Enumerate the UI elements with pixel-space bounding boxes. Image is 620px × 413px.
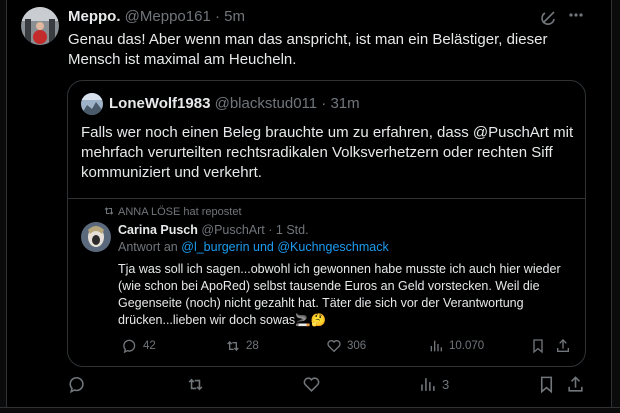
tweet-text: Genau das! Aber wenn man das anspricht, … (68, 31, 548, 68)
scrollbar-track[interactable] (611, 0, 620, 413)
divider (68, 198, 585, 199)
share-icon (568, 376, 583, 392)
avatar[interactable] (21, 7, 59, 45)
reply-button[interactable] (68, 375, 87, 394)
reply-user-link[interactable]: @l_burgerin (181, 240, 249, 254)
repost-count: 28 (246, 340, 259, 352)
quoted-header: LoneWolf1983 @blackstud011 · 31m (109, 95, 360, 112)
inner-display-name[interactable]: Carina Pusch (118, 223, 198, 237)
views-icon (430, 340, 442, 352)
repost-button[interactable] (186, 375, 205, 394)
views-button[interactable]: 3 (418, 375, 449, 394)
reply-prefix: Antwort an (118, 240, 178, 254)
like-button[interactable]: 306 (326, 338, 366, 354)
like-icon (327, 340, 341, 353)
bookmark-button[interactable] (530, 338, 546, 354)
view-count: 3 (442, 377, 450, 392)
repost-indicator: ANNA LÖSE hat repostet (103, 205, 242, 218)
separator: · (214, 8, 220, 25)
view-count: 10.070 (449, 340, 485, 352)
window-frame-left (0, 0, 7, 413)
repost-button[interactable]: 28 (225, 338, 259, 354)
quoted-text: Falls wer noch einen Beleg brauchte um z… (81, 124, 574, 181)
quoted-avatar[interactable] (81, 93, 103, 115)
repost-label[interactable]: ANNA LÖSE hat repostet (118, 206, 242, 218)
timestamp[interactable]: 5m (224, 8, 245, 25)
separator: · (268, 223, 273, 237)
quoted-handle[interactable]: @blackstud011 (215, 95, 318, 112)
more-icon[interactable] (565, 6, 587, 28)
bookmark-icon (540, 376, 553, 394)
like-count: 306 (347, 340, 367, 352)
bookmark-button[interactable] (537, 375, 556, 394)
tweet-action-bar: 3 (0, 375, 620, 397)
inner-avatar[interactable] (81, 222, 111, 252)
grok-icon[interactable] (539, 8, 559, 28)
tweet-header: Meppo. @Meppo161 · 5m (68, 8, 245, 25)
inner-handle[interactable]: @PuschArt (201, 223, 264, 237)
quoted-timestamp[interactable]: 31m (330, 95, 359, 112)
display-name[interactable]: Meppo. (68, 8, 121, 25)
like-button[interactable] (302, 375, 321, 394)
inner-header: Carina Pusch @PuschArt · 1 Std. (118, 223, 309, 237)
reply-button[interactable]: 42 (122, 338, 156, 354)
share-button[interactable] (566, 375, 585, 394)
views-icon (421, 378, 435, 391)
quoted-display-name[interactable]: LoneWolf1983 (109, 95, 210, 112)
separator: · (321, 95, 327, 112)
handle[interactable]: @Meppo161 (125, 8, 211, 25)
share-icon (557, 339, 569, 352)
quoted-tweet-card[interactable]: LoneWolf1983 @blackstud011 · 31m Falls w… (67, 80, 586, 367)
inner-text: Tja was soll ich sagen...obwohl ich gewo… (118, 262, 561, 327)
reply-user-link[interactable]: @Kuchngeschmack (277, 240, 388, 254)
bookmark-icon (533, 339, 543, 354)
repost-icon (227, 341, 239, 351)
reply-and[interactable]: und (253, 240, 274, 254)
repost-icon (188, 378, 203, 391)
views-button[interactable]: 10.070 (428, 338, 484, 354)
inner-timestamp[interactable]: 1 Std. (276, 223, 309, 237)
reply-icon (69, 377, 84, 394)
reply-count: 42 (143, 340, 156, 352)
reply-icon (123, 339, 136, 354)
inner-action-bar: 42 28 306 10.070 (68, 338, 585, 358)
window-frame-bottom (0, 407, 620, 413)
like-icon (303, 377, 320, 392)
repost-icon (104, 207, 114, 215)
reply-context: Antwort an @l_burgerin und @Kuchngeschma… (118, 240, 389, 254)
share-button[interactable] (555, 338, 571, 354)
